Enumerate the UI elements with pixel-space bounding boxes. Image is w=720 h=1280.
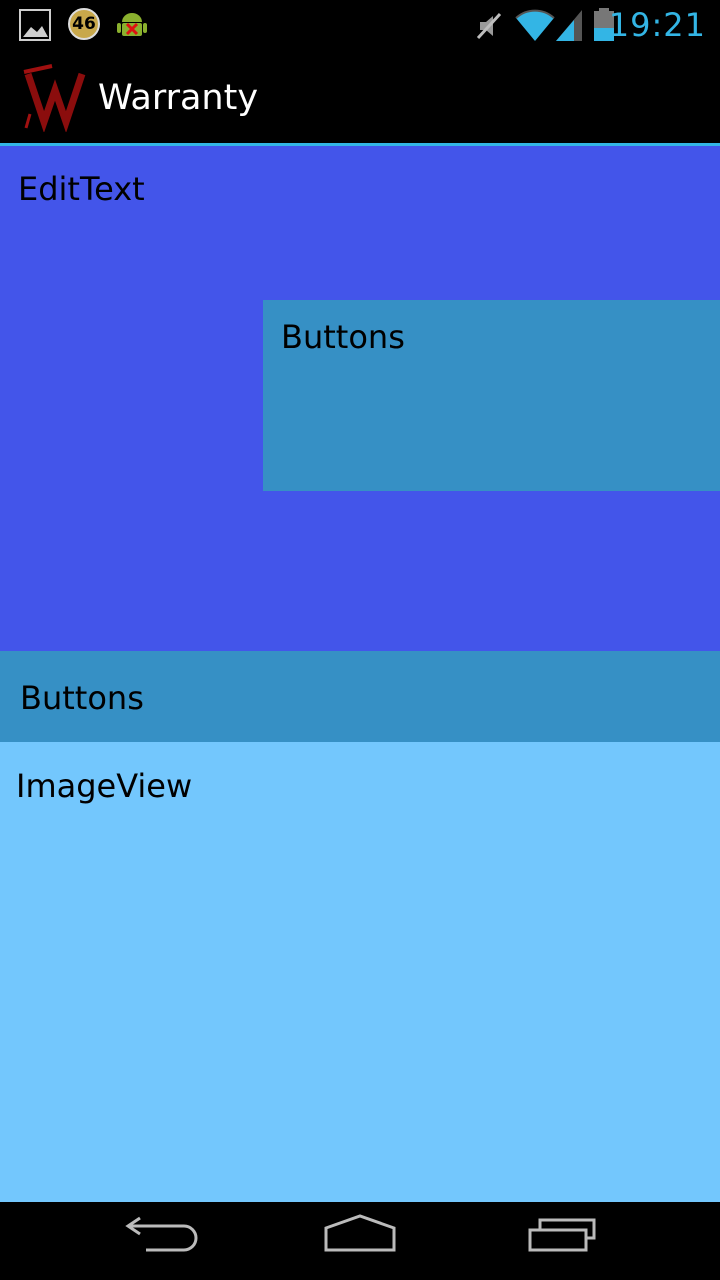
imageview-area (0, 742, 720, 1202)
action-bar-title: Warranty (98, 78, 259, 118)
mute-icon (476, 12, 502, 40)
android-debug-icon (117, 13, 147, 36)
status-clock: 19:21 (608, 6, 706, 44)
home-icon[interactable] (320, 1212, 400, 1254)
app-logo-letter: W (22, 64, 23, 65)
notification-46-icon: 46 (68, 8, 100, 40)
wifi-icon (515, 9, 555, 41)
edittext-label: EditText (18, 170, 145, 208)
imageview-label: ImageView (16, 767, 193, 805)
buttons-bottom-label: Buttons (20, 679, 144, 717)
recent-apps-icon[interactable] (524, 1214, 602, 1256)
buttons-top-label: Buttons (281, 318, 405, 356)
back-icon[interactable] (122, 1214, 198, 1256)
signal-icon (556, 10, 582, 41)
app-logo-icon[interactable]: W (22, 64, 88, 132)
gallery-icon (19, 9, 51, 41)
